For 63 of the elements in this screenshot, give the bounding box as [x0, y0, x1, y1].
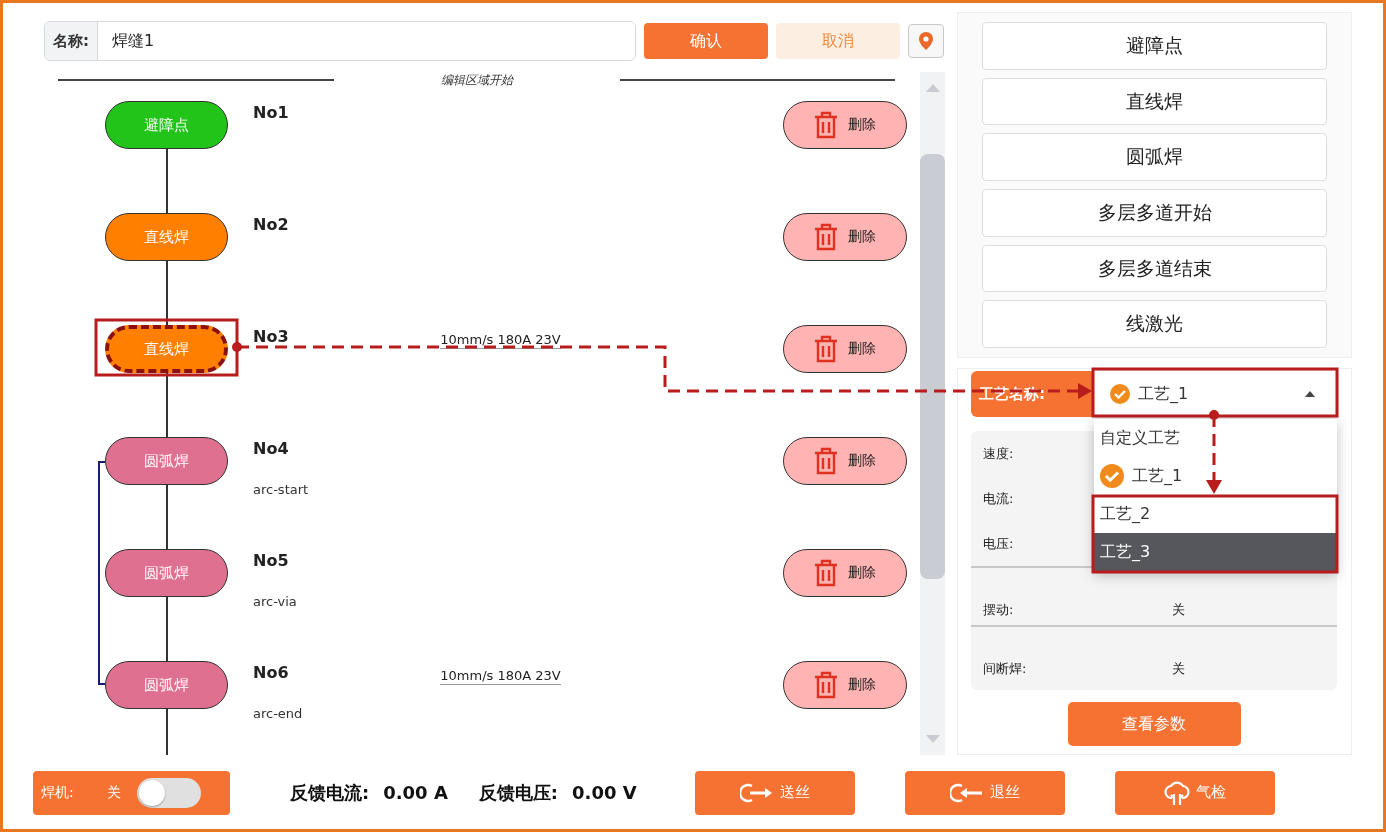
node-number: No3: [253, 327, 290, 346]
welder-toggle[interactable]: [137, 777, 201, 808]
name-field[interactable]: 名称: 焊缝1: [44, 21, 636, 61]
caret-icon: [1305, 391, 1315, 397]
node-params: 10mm/s 180A 23V: [440, 668, 561, 685]
trash-icon: [814, 335, 838, 363]
delete-button[interactable]: 删除: [783, 101, 907, 149]
process-dropdown[interactable]: 工艺_1: [1094, 371, 1337, 417]
node-number: No1: [253, 103, 290, 122]
dropdown-option[interactable]: 自定义工艺: [1094, 419, 1337, 457]
point-type-button[interactable]: 多层多道结束: [982, 244, 1327, 293]
check-circle-icon: [1100, 464, 1124, 488]
param-label: 速度:: [983, 444, 1014, 463]
dropdown-option[interactable]: 工艺_3: [1094, 533, 1337, 571]
delete-button[interactable]: 删除: [783, 213, 907, 261]
param-value: 关: [1172, 601, 1185, 619]
node-number: No6: [253, 663, 290, 682]
trash-icon: [814, 559, 838, 587]
editor-header: 编辑区域开始: [439, 72, 515, 89]
delete-button[interactable]: 删除: [783, 437, 907, 485]
node-subtitle: arc-start: [253, 482, 310, 497]
voltage-value: 0.00 V: [572, 782, 637, 803]
node-subtitle: arc-via: [253, 594, 298, 609]
trash-icon: [814, 447, 838, 475]
check-circle-icon: [1110, 384, 1130, 404]
point-type-button[interactable]: 圆弧焊: [982, 133, 1327, 181]
voltage-label: 反馈电压:: [478, 780, 558, 805]
point-type-button[interactable]: 多层多道开始: [982, 189, 1327, 237]
param-label: 电流:: [983, 489, 1014, 508]
trash-icon: [814, 111, 838, 139]
dropdown-option[interactable]: 工艺_1: [1094, 457, 1337, 495]
point-type-button[interactable]: 直线焊: [982, 77, 1327, 126]
scrollbar[interactable]: [920, 72, 945, 755]
node-subtitle: arc-end: [253, 706, 304, 721]
wire-feed-icon: [739, 782, 774, 803]
trash-icon: [814, 223, 838, 251]
location-pin-icon: [919, 32, 933, 50]
welder-label: 焊机:: [41, 783, 75, 802]
scroll-up-icon[interactable]: [925, 84, 940, 92]
param-label: 间断焊:: [983, 660, 1027, 678]
point-type-button[interactable]: 线激光: [982, 300, 1327, 349]
welder-state: 关: [107, 783, 122, 802]
wire-retract-icon: [949, 782, 984, 803]
point-type-button[interactable]: 避障点: [982, 22, 1327, 70]
delete-button[interactable]: 删除: [783, 549, 907, 597]
cloud-icon: [1163, 779, 1190, 806]
node-number: No4: [253, 439, 290, 458]
node-number: No2: [253, 215, 290, 234]
trash-icon: [814, 671, 838, 699]
current-label: 反馈电流:: [290, 780, 370, 805]
node-number: No5: [253, 551, 290, 570]
param-value: 关: [1172, 660, 1185, 678]
dropdown-option[interactable]: 工艺_2: [1094, 495, 1337, 533]
param-label: 摆动:: [983, 601, 1014, 619]
name-label: 名称:: [45, 22, 98, 60]
scroll-down-icon[interactable]: [925, 735, 940, 743]
current-value: 0.00 A: [383, 782, 448, 803]
delete-button[interactable]: 删除: [783, 661, 907, 709]
delete-button[interactable]: 删除: [783, 325, 907, 373]
location-button[interactable]: [908, 24, 944, 58]
node-params: 10mm/s 180A 23V: [440, 332, 561, 349]
scroll-thumb[interactable]: [920, 154, 945, 579]
param-label: 电压:: [983, 534, 1014, 553]
